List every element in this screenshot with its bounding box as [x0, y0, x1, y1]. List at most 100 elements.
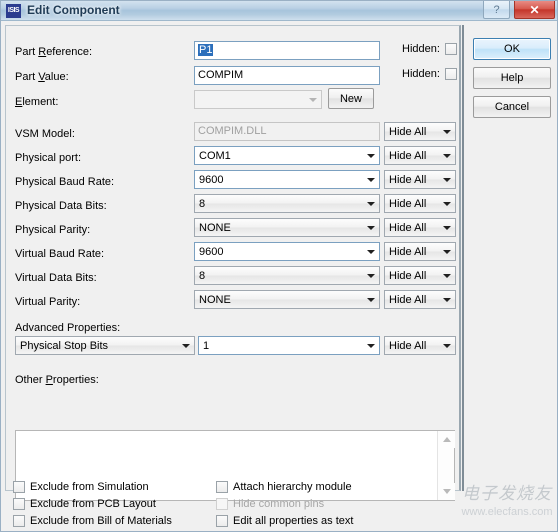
advanced-property-name-combo[interactable]: Physical Stop Bits [15, 336, 195, 355]
checkbox-box[interactable] [13, 515, 25, 527]
exclude-from-pcb-layout-checkbox[interactable]: Exclude from PCB Layout [13, 498, 156, 510]
chevron-down-icon[interactable] [439, 195, 455, 212]
exclude-from-simulation-checkbox[interactable]: Exclude from Simulation [13, 481, 149, 493]
property-visibility-value: Hide All [389, 221, 427, 234]
new-element-button[interactable]: New [328, 88, 374, 109]
property-visibility-combo[interactable]: Hide All [384, 194, 456, 213]
part-reference-input[interactable]: P1 [194, 41, 380, 60]
checkbox-box[interactable] [13, 481, 25, 493]
chevron-down-icon[interactable] [439, 123, 455, 140]
title-bar[interactable]: ISIS Edit Component ? ✕ [1, 1, 557, 21]
property-value-input: COMPIM.DLL [194, 122, 380, 141]
advanced-properties-label: Advanced Properties: [15, 322, 121, 334]
help-titlebar-button[interactable]: ? [483, 1, 510, 19]
property-value-combo[interactable]: 8 [194, 266, 380, 285]
edit-all-properties-as-text-checkbox[interactable]: Edit all properties as text [216, 515, 353, 527]
property-value: NONE [199, 221, 231, 234]
checkbox-box [216, 498, 228, 510]
part-value-input[interactable]: COMPIM [194, 66, 380, 85]
close-icon: ✕ [529, 2, 540, 17]
part-value-hidden-checkbox[interactable]: Hidden: [402, 68, 457, 80]
ok-button[interactable]: OK [473, 38, 551, 60]
property-value-combo[interactable]: 9600 [194, 170, 380, 189]
checkbox-box[interactable] [444, 68, 457, 80]
chevron-down-icon[interactable] [363, 267, 379, 284]
part-value-label: Part Value: [15, 71, 69, 83]
property-label: Virtual Baud Rate: [15, 248, 105, 260]
property-label: VSM Model: [15, 128, 75, 140]
property-visibility-value: Hide All [389, 245, 427, 258]
chevron-down-icon[interactable] [363, 147, 379, 164]
chevron-down-icon[interactable] [363, 171, 379, 188]
chevron-down-icon[interactable] [178, 337, 194, 354]
dialog-button-panel: OK Help Cancel [465, 25, 555, 491]
cancel-button[interactable]: Cancel [473, 96, 551, 118]
chevron-down-icon[interactable] [363, 243, 379, 260]
property-value: 8 [199, 197, 206, 210]
chevron-down-icon[interactable] [439, 171, 455, 188]
checkbox-label: Attach hierarchy module [233, 481, 352, 493]
property-label: Physical Parity: [15, 224, 91, 236]
property-visibility-combo[interactable]: Hide All [384, 266, 456, 285]
property-label: Virtual Data Bits: [15, 272, 97, 284]
property-visibility-combo[interactable]: Hide All [384, 242, 456, 261]
chevron-down-icon[interactable] [439, 337, 455, 354]
advanced-visibility-combo[interactable]: Hide All [384, 336, 456, 355]
property-value: COMPIM.DLL [198, 125, 267, 137]
part-value-hidden-label: Hidden: [402, 68, 440, 80]
chevron-down-icon[interactable] [363, 219, 379, 236]
chevron-down-icon[interactable] [363, 195, 379, 212]
property-visibility-combo[interactable]: Hide All [384, 218, 456, 237]
bottom-options-panel: Exclude from Simulation Exclude from PCB… [5, 473, 555, 531]
property-visibility-combo[interactable]: Hide All [384, 122, 456, 141]
chevron-down-icon[interactable] [439, 219, 455, 236]
property-value-combo[interactable]: COM1 [194, 146, 380, 165]
property-visibility-value: Hide All [389, 269, 427, 282]
chevron-down-icon[interactable] [439, 147, 455, 164]
exclude-from-bill-of-materials-checkbox[interactable]: Exclude from Bill of Materials [13, 515, 172, 527]
chevron-down-icon[interactable] [305, 91, 321, 108]
checkbox-box[interactable] [444, 43, 457, 55]
checkbox-box[interactable] [216, 481, 228, 493]
cancel-button-label: Cancel [494, 101, 530, 113]
question-mark-icon: ? [493, 3, 500, 16]
ok-button-label: OK [504, 43, 520, 55]
checkbox-label: Edit all properties as text [233, 515, 354, 527]
advanced-visibility-value: Hide All [389, 339, 427, 352]
property-value-combo[interactable]: NONE [194, 290, 380, 309]
chevron-down-icon[interactable] [439, 267, 455, 284]
checkbox-label: Exclude from Bill of Materials [30, 515, 172, 527]
advanced-property-value: 1 [203, 339, 210, 352]
edit-component-dialog: ISIS Edit Component ? ✕ Part Reference: … [0, 0, 558, 532]
chevron-down-icon[interactable] [439, 243, 455, 260]
property-value-combo[interactable]: 9600 [194, 242, 380, 261]
property-visibility-combo[interactable]: Hide All [384, 290, 456, 309]
property-value-combo[interactable]: 8 [194, 194, 380, 213]
new-element-button-label: New [339, 92, 362, 105]
property-visibility-combo[interactable]: Hide All [384, 146, 456, 165]
attach-hierarchy-module-checkbox[interactable]: Attach hierarchy module [216, 481, 352, 493]
close-button[interactable]: ✕ [514, 1, 555, 19]
property-value: COM1 [199, 149, 231, 162]
property-visibility-value: Hide All [389, 173, 427, 186]
property-visibility-value: Hide All [389, 197, 427, 210]
checkbox-box[interactable] [216, 515, 228, 527]
property-visibility-value: Hide All [389, 293, 427, 306]
property-value: 8 [199, 269, 206, 282]
chevron-down-icon[interactable] [363, 337, 379, 354]
checkbox-label: Exclude from Simulation [30, 481, 149, 493]
panel-divider [462, 25, 464, 491]
property-value-combo[interactable]: NONE [194, 218, 380, 237]
scroll-up-icon[interactable] [438, 431, 455, 448]
checkbox-box[interactable] [13, 498, 25, 510]
chevron-down-icon[interactable] [439, 291, 455, 308]
part-value-value: COMPIM [198, 69, 244, 81]
advanced-property-value-combo[interactable]: 1 [198, 336, 380, 355]
property-visibility-combo[interactable]: Hide All [384, 170, 456, 189]
element-combo[interactable] [194, 90, 322, 109]
property-visibility-value: Hide All [389, 149, 427, 162]
property-label: Physical port: [15, 152, 82, 164]
part-reference-hidden-checkbox[interactable]: Hidden: [402, 43, 457, 55]
chevron-down-icon[interactable] [363, 291, 379, 308]
help-button[interactable]: Help [473, 67, 551, 89]
